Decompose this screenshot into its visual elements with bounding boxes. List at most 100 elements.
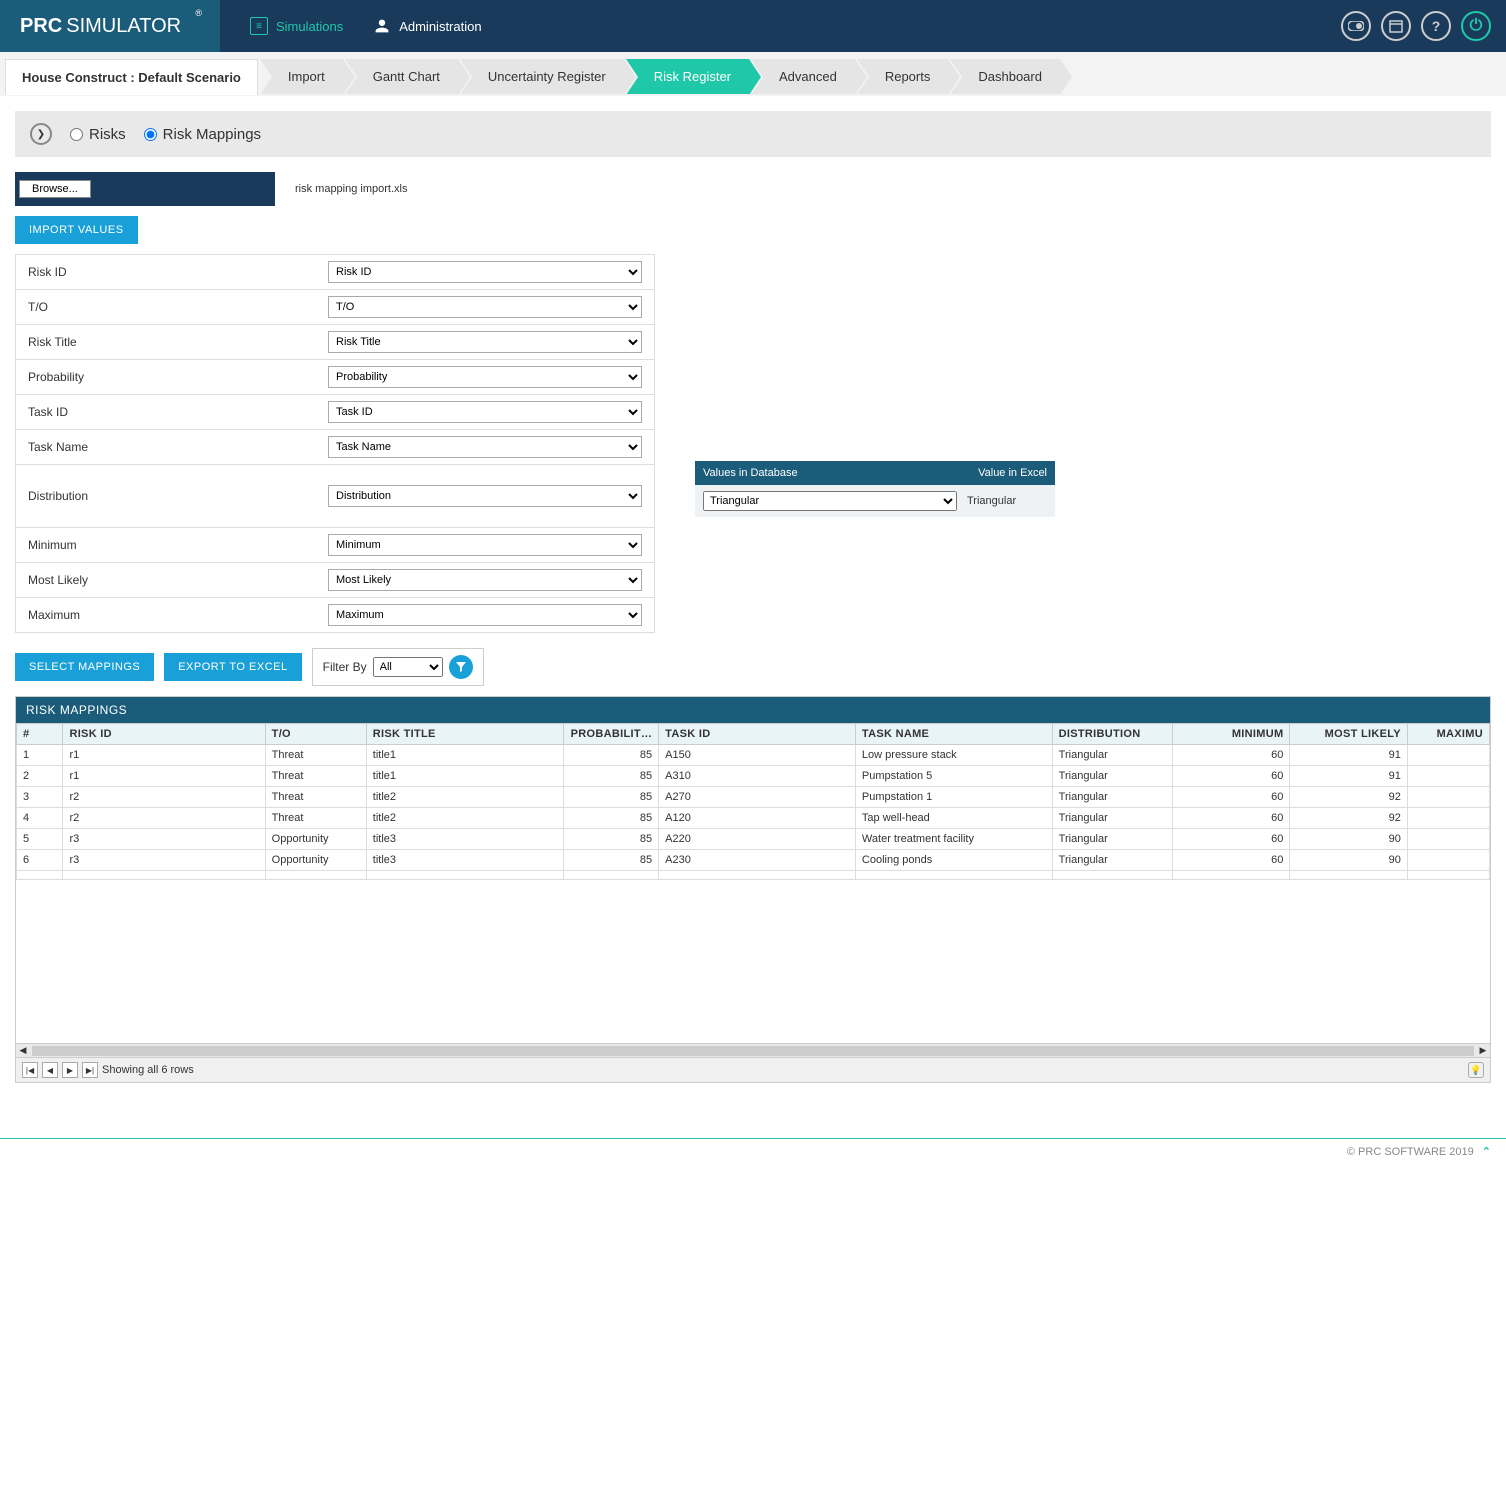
field-select[interactable]: Risk ID [328,261,642,283]
nav-simulations[interactable]: ≡ Simulations [250,17,343,35]
field-select[interactable]: Task Name [328,436,642,458]
tab-import[interactable]: Import [260,59,343,94]
tab-gantt-chart[interactable]: Gantt Chart [345,59,458,94]
tab-dashboard[interactable]: Dashboard [950,59,1060,94]
col-header[interactable]: T/O [265,724,366,745]
grid-footer-text: Showing all 6 rows [102,1064,194,1076]
field-select[interactable]: Most Likely [328,569,642,591]
nav-administration[interactable]: Administration [373,17,481,35]
topbar: PRCSIMULATOR ® ≡ Simulations Administrat… [0,0,1506,52]
import-values-button[interactable]: IMPORT VALUES [15,216,138,244]
values-excel-header: Value in Excel [970,461,1055,485]
user-icon [373,17,391,35]
radio-risk-mappings-label[interactable]: Risk Mappings [163,126,261,143]
scroll-left-icon[interactable]: ◀ [16,1045,30,1056]
page-last-button[interactable]: ▶| [82,1062,98,1078]
field-label: Distribution [28,489,328,503]
project-scenario-label: House Construct : Default Scenario [5,59,258,95]
export-excel-button[interactable]: EXPORT TO EXCEL [164,653,301,681]
page-next-button[interactable]: ▶ [62,1062,78,1078]
radio-risks-label[interactable]: Risks [89,126,126,143]
uploaded-filename: risk mapping import.xls [287,179,457,199]
field-label: Maximum [28,608,328,622]
page-first-button[interactable]: |◀ [22,1062,38,1078]
list-icon: ≡ [250,17,268,35]
field-label: Risk Title [28,335,328,349]
mapping-form: Risk IDRisk IDT/OT/ORisk TitleRisk Title… [15,254,1491,633]
filter-box: Filter By All [312,648,484,686]
tab-risk-register[interactable]: Risk Register [626,59,749,94]
field-label: Probability [28,370,328,384]
logo: PRCSIMULATOR ® [0,0,220,52]
col-header[interactable]: TASK NAME [855,724,1052,745]
field-select[interactable]: Task ID [328,401,642,423]
map-row-minimum: MinimumMinimum [15,528,655,563]
scroll-top-icon[interactable]: ⌃ [1482,1145,1491,1158]
map-row-probability: ProbabilityProbability [15,360,655,395]
col-header[interactable]: # [17,724,63,745]
db-value-select[interactable]: Triangular [703,491,957,511]
field-select[interactable]: Probability [328,366,642,388]
radio-risks[interactable] [70,128,83,141]
scroll-right-icon[interactable]: ▶ [1476,1045,1490,1056]
col-header[interactable]: MOST LIKELY [1290,724,1408,745]
tab-advanced[interactable]: Advanced [751,59,855,94]
expand-icon[interactable]: ❯ [30,123,52,145]
col-header[interactable]: MAXIMU [1407,724,1489,745]
toggle-icon[interactable] [1341,11,1371,41]
table-row[interactable]: 3r2Threattitle285A270Pumpstation 1Triang… [17,787,1490,808]
table-row[interactable]: 1r1Threattitle185A150Low pressure stackT… [17,745,1490,766]
browse-button[interactable]: Browse... [19,180,91,198]
map-row-risk-id: Risk IDRisk ID [15,254,655,290]
col-header[interactable]: MINIMUM [1172,724,1290,745]
calendar-icon[interactable] [1381,11,1411,41]
col-header[interactable]: DISTRIBUTION [1052,724,1172,745]
registered-icon: ® [195,8,202,18]
map-row-risk-title: Risk TitleRisk Title [15,325,655,360]
help-icon[interactable]: ? [1421,11,1451,41]
field-select[interactable]: Minimum [328,534,642,556]
map-row-task-id: Task IDTask ID [15,395,655,430]
power-icon[interactable]: ⏻ [1461,11,1491,41]
filter-select[interactable]: All [373,657,443,677]
table-row[interactable]: 2r1Threattitle185A310Pumpstation 5Triang… [17,766,1490,787]
risk-mappings-grid: RISK MAPPINGS #RISK IDT/ORISK TITLEPROBA… [15,696,1491,1083]
table-row[interactable]: 4r2Threattitle285A120Tap well-headTriang… [17,808,1490,829]
tab-reports[interactable]: Reports [857,59,949,94]
filter-label: Filter By [323,660,367,674]
map-row-t-o: T/OT/O [15,290,655,325]
values-db-header: Values in Database [695,461,970,485]
col-header[interactable]: TASK ID [659,724,856,745]
map-row-distribution: DistributionDistribution [15,465,655,528]
hint-icon[interactable]: 💡 [1468,1062,1484,1078]
field-label: Most Likely [28,573,328,587]
page-footer: © PRC SOFTWARE 2019 ⌃ [0,1138,1506,1164]
map-row-task-name: Task NameTask Name [15,430,655,465]
field-label: Minimum [28,538,328,552]
grid-title: RISK MAPPINGS [16,697,1490,723]
map-row-most-likely: Most LikelyMost Likely [15,563,655,598]
col-header[interactable]: RISK ID [63,724,265,745]
tab-uncertainty-register[interactable]: Uncertainty Register [460,59,624,94]
field-select[interactable]: T/O [328,296,642,318]
file-upload: Browse... [15,172,275,206]
field-label: Risk ID [28,265,328,279]
filter-icon[interactable] [449,655,473,679]
sub-header: ❯ Risks Risk Mappings [15,111,1491,157]
field-select[interactable]: Risk Title [328,331,642,353]
table-row[interactable]: 6r3Opportunitytitle385A230Cooling pondsT… [17,850,1490,871]
field-select[interactable]: Maximum [328,604,642,626]
field-label: Task Name [28,440,328,454]
table-row[interactable]: 5r3Opportunitytitle385A220Water treatmen… [17,829,1490,850]
values-compare-box: Values in Database Value in Excel Triang… [695,461,1055,517]
field-label: T/O [28,300,328,314]
select-mappings-button[interactable]: SELECT MAPPINGS [15,653,154,681]
field-select[interactable]: Distribution [328,485,642,507]
breadcrumb-tabs: House Construct : Default Scenario Impor… [0,52,1506,96]
col-header[interactable]: PROBABILIT… [563,724,659,745]
col-header[interactable]: RISK TITLE [366,724,563,745]
radio-risk-mappings[interactable] [144,128,157,141]
grid-h-scroll[interactable]: ◀ ▶ [16,1043,1490,1057]
field-label: Task ID [28,405,328,419]
page-prev-button[interactable]: ◀ [42,1062,58,1078]
